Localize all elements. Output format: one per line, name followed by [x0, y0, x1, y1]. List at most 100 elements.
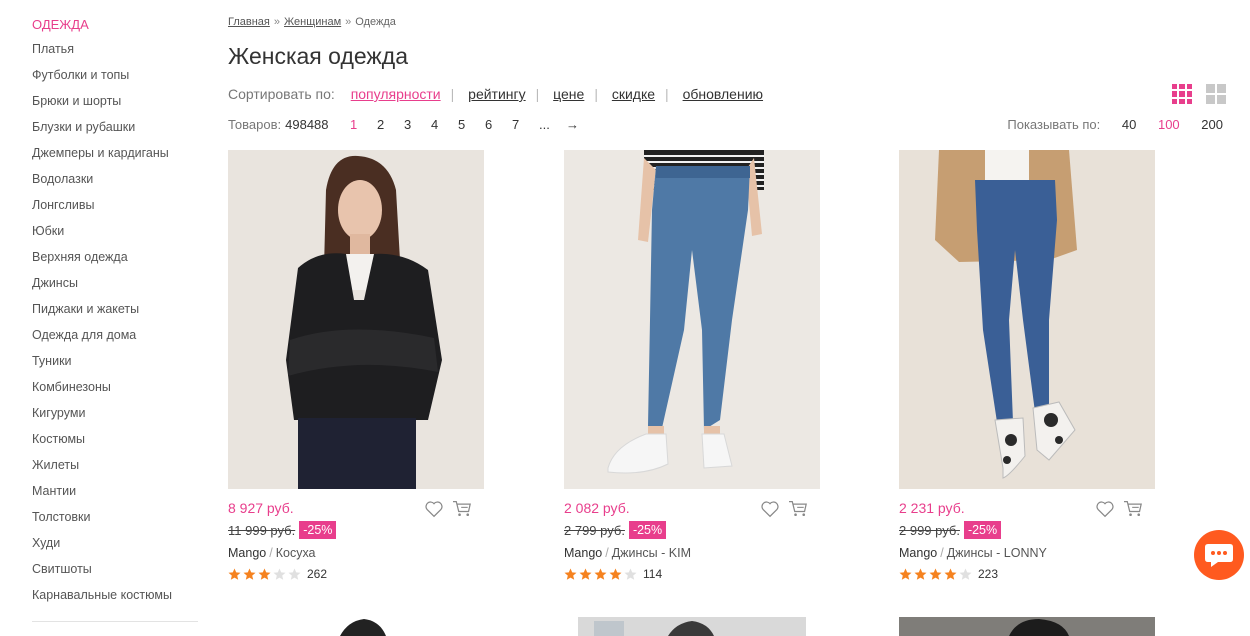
star-icon — [243, 568, 256, 580]
product-old-price: 11 999 руб. — [228, 522, 296, 538]
discount-badge: -25% — [963, 521, 1002, 539]
star-icon — [609, 568, 622, 580]
star-icon — [899, 568, 912, 580]
per-page-100[interactable]: 100 — [1158, 117, 1180, 132]
sort-divider: | — [594, 86, 598, 102]
sidebar-item[interactable]: Туники — [32, 348, 198, 374]
heart-icon[interactable] — [424, 500, 444, 518]
heart-icon[interactable] — [760, 500, 780, 518]
sidebar-item[interactable]: Комбинезоны — [32, 374, 198, 400]
star-icon — [944, 568, 957, 580]
page-link[interactable]: 7 — [512, 117, 539, 132]
product-actions — [1095, 500, 1143, 518]
product-title[interactable]: Mango / Джинсы - LONNY — [899, 546, 1047, 560]
items-count-value: 498488 — [285, 117, 329, 132]
product-brand[interactable]: Mango — [228, 546, 266, 560]
star-icon — [258, 568, 271, 580]
grid-3x3-icon[interactable] — [1172, 84, 1192, 104]
sidebar-heading-clothing[interactable]: ОДЕЖДА — [32, 14, 198, 36]
sidebar-item[interactable]: Костюмы — [32, 426, 198, 452]
cart-icon[interactable] — [452, 500, 472, 518]
product-image[interactable] — [564, 150, 820, 489]
heart-icon[interactable] — [1095, 500, 1115, 518]
chat-button[interactable] — [1194, 530, 1244, 580]
product-old-price: 2 999 руб. — [899, 522, 960, 538]
sidebar-item[interactable]: Мантии — [32, 478, 198, 504]
product-rating: 223 — [899, 567, 998, 581]
breadcrumb-separator: » — [273, 16, 280, 28]
sort-option-price[interactable]: цене — [553, 86, 584, 102]
sidebar-item[interactable]: Джемперы и кардиганы — [32, 140, 198, 166]
sort-bar: Сортировать по: популярности | рейтингу | … — [228, 84, 763, 104]
product-image[interactable] — [899, 150, 1155, 489]
sort-option-popularity[interactable]: популярности — [351, 86, 441, 102]
grid-2x2-icon[interactable] — [1206, 84, 1226, 104]
sidebar-item[interactable]: Блузки и рубашки — [32, 114, 198, 140]
next-page-arrow[interactable]: → — [566, 117, 593, 132]
star-icon — [579, 568, 592, 580]
review-count[interactable]: 114 — [643, 567, 662, 581]
sidebar-item[interactable]: Жилеты — [32, 452, 198, 478]
product-card[interactable]: 2 082 руб. 2 799 руб. -25% Mango / Джинсы … — [564, 150, 820, 581]
breadcrumb-women[interactable]: Женщинам — [284, 16, 341, 28]
per-page-200[interactable]: 200 — [1201, 117, 1223, 132]
sort-divider: | — [535, 86, 540, 102]
per-page-selector: Показывать по: 40 100 200 — [1007, 117, 1223, 132]
product-title[interactable]: Mango / Косуха — [228, 546, 316, 560]
product-old-price: 2 799 руб. — [564, 522, 625, 538]
sort-option-discount[interactable]: скидке — [612, 86, 655, 102]
product-image-next-row[interactable] — [899, 617, 1155, 636]
sidebar-item[interactable]: Джинсы — [32, 270, 198, 296]
page-link[interactable]: 1 — [350, 117, 377, 132]
product-card[interactable]: 2 231 руб. 2 999 руб. -25% Mango / Джинсы … — [899, 150, 1155, 581]
sidebar-item[interactable]: Платья — [32, 36, 198, 62]
sidebar-list: Платья Футболки и топы Брюки и шорты Блузки… — [32, 36, 198, 608]
breadcrumb: Главная» Женщинам» Одежда — [228, 16, 396, 28]
sidebar-item[interactable]: Одежда для дома — [32, 322, 198, 348]
sidebar-item[interactable]: Лонгсливы — [32, 192, 198, 218]
sidebar-item[interactable]: Худи — [32, 530, 198, 556]
product-rating: 114 — [564, 567, 662, 581]
page-link[interactable]: 5 — [458, 117, 485, 132]
page-link[interactable]: 6 — [485, 117, 512, 132]
product-card[interactable]: 8 927 руб. 11 999 руб. -25% Mango / Косуха… — [228, 150, 484, 581]
product-title[interactable]: Mango / Джинсы - KIM — [564, 546, 691, 560]
product-brand[interactable]: Mango — [899, 546, 937, 560]
product-image-next-row[interactable] — [564, 617, 820, 636]
product-name[interactable]: Косуха — [276, 546, 316, 560]
sidebar-item[interactable]: Брюки и шорты — [32, 88, 198, 114]
sort-option-updated[interactable]: обновлению — [683, 86, 763, 102]
product-image[interactable] — [228, 150, 484, 489]
sidebar-item[interactable]: Толстовки — [32, 504, 198, 530]
page-link[interactable]: 4 — [431, 117, 458, 132]
review-count[interactable]: 223 — [978, 567, 998, 581]
sidebar-item[interactable]: Верхняя одежда — [32, 244, 198, 270]
items-count-label: Товаров: — [228, 117, 282, 132]
sidebar-item[interactable]: Свитшоты — [32, 556, 198, 582]
sort-option-rating[interactable]: рейтингу — [468, 86, 525, 102]
sidebar-item[interactable]: Водолазки — [32, 166, 198, 192]
per-page-40[interactable]: 40 — [1122, 117, 1136, 132]
brand-separator: / — [269, 546, 273, 560]
sidebar-item[interactable]: Карнавальные костюмы — [32, 582, 198, 608]
product-price: 2 082 руб. — [564, 500, 630, 516]
sidebar-item[interactable]: Пиджаки и жакеты — [32, 296, 198, 322]
product-brand[interactable]: Mango — [564, 546, 602, 560]
pagination-ellipsis: ... — [539, 117, 550, 132]
cart-icon[interactable] — [788, 500, 808, 518]
breadcrumb-home[interactable]: Главная — [228, 16, 270, 28]
product-image-next-row[interactable] — [228, 617, 484, 636]
page-link[interactable]: 2 — [377, 117, 404, 132]
sidebar-item[interactable]: Кигуруми — [32, 400, 198, 426]
sort-divider: | — [450, 86, 455, 102]
sidebar-item[interactable]: Юбки — [32, 218, 198, 244]
page-link[interactable]: 3 — [404, 117, 431, 132]
sidebar-item[interactable]: Футболки и топы — [32, 62, 198, 88]
product-name[interactable]: Джинсы - KIM — [612, 546, 691, 560]
cart-icon[interactable] — [1123, 500, 1143, 518]
star-icon — [624, 568, 637, 580]
product-price: 8 927 руб. — [228, 500, 294, 516]
star-icon — [929, 568, 942, 580]
review-count[interactable]: 262 — [307, 567, 327, 581]
product-name[interactable]: Джинсы - LONNY — [947, 546, 1047, 560]
